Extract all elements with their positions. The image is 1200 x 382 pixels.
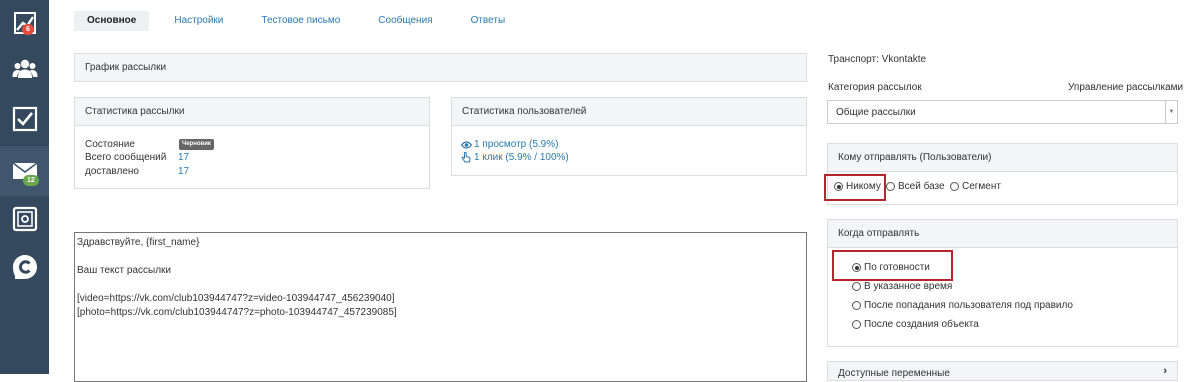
- radio-dot: [886, 182, 895, 191]
- delivered-value[interactable]: 17: [178, 165, 189, 178]
- category-select-value: Общие рассылки: [836, 106, 916, 118]
- radio-segment[interactable]: Сегмент: [950, 181, 1001, 192]
- state-label: Состояние: [85, 139, 135, 150]
- schedule-panel[interactable]: График рассылки: [74, 53, 807, 82]
- transport-label: Транспорт: Vkontakte: [828, 54, 927, 65]
- sidebar-item-mailings[interactable]: 12: [0, 146, 49, 196]
- editor-line: [photo=https://vk.com/club103944747?z=ph…: [77, 307, 397, 318]
- radio-dot: [950, 182, 959, 191]
- radio-after-object-label: После создания объекта: [864, 319, 979, 330]
- views-link[interactable]: 1 просмотр (5.9%): [461, 138, 558, 151]
- views-text: 1 просмотр (5.9%): [474, 139, 559, 150]
- total-messages-label: Всего сообщений: [85, 152, 167, 163]
- radio-after-object[interactable]: После создания объекта: [852, 319, 979, 330]
- manage-mailings-link[interactable]: Управление рассылками: [1068, 82, 1183, 93]
- stats-badge: 6: [22, 24, 34, 35]
- safe-icon: [12, 206, 37, 232]
- tab-settings[interactable]: Настройки: [161, 11, 236, 31]
- tab-replies[interactable]: Ответы: [458, 11, 519, 31]
- variables-panel[interactable]: Доступные переменные ›: [827, 361, 1178, 381]
- highlight-box: [832, 250, 953, 281]
- mailing-stats-title: Статистика рассылки: [75, 98, 429, 126]
- total-messages-value[interactable]: 17: [178, 151, 189, 164]
- radio-after-rule[interactable]: После попадания пользователя под правило: [852, 300, 1073, 311]
- radio-dot: [852, 282, 861, 291]
- tab-messages[interactable]: Сообщения: [365, 11, 445, 31]
- radio-all-base-label: Всей базе: [898, 181, 945, 192]
- user-stats-title: Статистика пользователей: [452, 98, 806, 126]
- radio-segment-label: Сегмент: [962, 181, 1001, 192]
- radio-scheduled-time-label: В указанное время: [864, 281, 953, 292]
- radio-dot: [852, 301, 861, 310]
- schedule-panel-title: График рассылки: [85, 62, 167, 73]
- editor-line: Здравствуйте, {first_name}: [77, 237, 200, 248]
- sidebar-item-brand[interactable]: [0, 244, 49, 290]
- radio-after-rule-label: После попадания пользователя под правило: [864, 300, 1073, 311]
- sidebar-item-safe[interactable]: [0, 196, 49, 242]
- brand-c-icon: [12, 255, 37, 279]
- tab-main[interactable]: Основное: [74, 11, 150, 31]
- tab-bar: Основное Настройки Тестовое письмо Сообщ…: [74, 11, 518, 31]
- category-select[interactable]: Общие рассылки ▼: [827, 100, 1178, 124]
- clicks-text: 1 клик (5.9% / 100%): [474, 152, 569, 163]
- tab-test-letter[interactable]: Тестовое письмо: [248, 11, 353, 31]
- sidebar-item-users[interactable]: [0, 46, 49, 92]
- delivered-label: доставлено: [85, 166, 139, 177]
- users-icon: [12, 59, 37, 78]
- radio-scheduled-time[interactable]: В указанное время: [852, 281, 952, 292]
- eye-icon: [461, 140, 472, 149]
- message-editor[interactable]: Здравствуйте, {first_name} Ваш текст рас…: [74, 232, 807, 382]
- chevron-right-icon: ›: [1163, 365, 1167, 377]
- clicks-link[interactable]: 1 клик (5.9% / 100%): [461, 151, 569, 164]
- radio-dot: [852, 320, 861, 329]
- editor-line: [video=https://vk.com/club103944747?z=vi…: [77, 293, 395, 304]
- when-title: Когда отправлять: [828, 220, 1177, 248]
- highlight-box: [824, 174, 886, 201]
- status-badge: Черновик: [179, 139, 214, 150]
- user-stats-panel: Статистика пользователей: [451, 97, 807, 176]
- radio-all-base[interactable]: Всей базе: [886, 181, 945, 192]
- sidebar-item-tasks[interactable]: [0, 96, 49, 142]
- chevron-down-icon: ▼: [1165, 101, 1177, 123]
- checkbox-icon: [12, 106, 37, 132]
- editor-line: Ваш текст рассылки: [77, 265, 172, 276]
- mailings-badge: 12: [23, 175, 39, 186]
- sidebar: 6 12: [0, 0, 49, 374]
- recipients-title: Кому отправлять (Пользователи): [828, 144, 1177, 172]
- pointer-icon: [461, 152, 471, 163]
- category-label: Категория рассылок: [828, 82, 922, 93]
- sidebar-item-stats[interactable]: 6: [0, 0, 49, 46]
